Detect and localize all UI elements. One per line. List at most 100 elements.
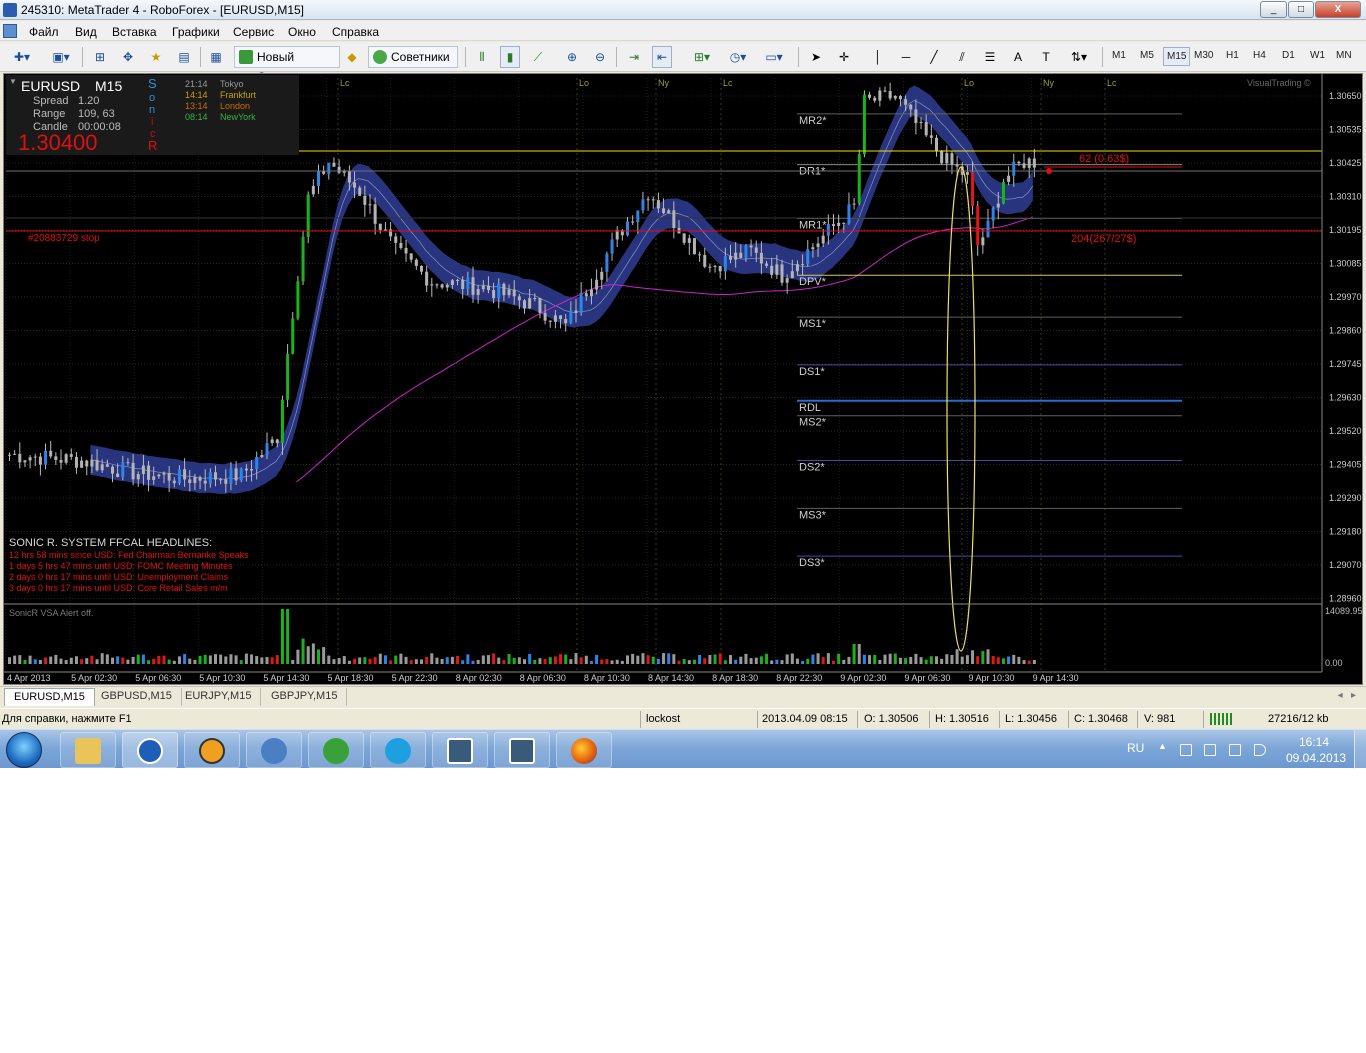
candle-body <box>286 353 290 400</box>
tray-expand-icon[interactable]: ▲ <box>1158 741 1167 751</box>
chart-window[interactable]: Lc Lo Ny Lc Lo Ny Lc MR2* DR1* MR1* DPV* MS1* DS1* R… <box>3 73 1363 685</box>
start-button[interactable] <box>6 732 42 768</box>
session-time: 13:14 <box>185 101 208 111</box>
candle-body <box>255 456 259 470</box>
vsa-bar <box>270 657 274 664</box>
auto-scroll-icon[interactable]: ⇥ <box>624 46 644 68</box>
tf-m15[interactable]: M15 <box>1163 47 1191 66</box>
vsa-bar <box>126 659 130 664</box>
chart-canvas[interactable]: Lc Lo Ny Lc Lo Ny Lc MR2*DR1*MR1*DPV*MS1*DS1*R… <box>4 74 1362 684</box>
line-chart-icon[interactable]: ⟋ <box>528 46 548 68</box>
minimize-button[interactable]: _ <box>1260 1 1287 18</box>
close-button[interactable]: X <box>1315 1 1361 18</box>
metaeditor-icon[interactable]: ◆ <box>342 46 362 68</box>
vsa-bar <box>770 660 774 664</box>
tf-m5[interactable]: M5 <box>1140 50 1154 61</box>
zoom-out-icon[interactable]: ⊖ <box>590 46 610 68</box>
chart-shift-icon[interactable]: ⇤ <box>652 46 672 68</box>
aimp-icon <box>199 738 225 764</box>
metatrader-taskbar-icon-2[interactable] <box>494 732 550 768</box>
tf-h1[interactable]: H1 <box>1226 50 1239 61</box>
indicators-icon[interactable]: ⊞▾ <box>688 46 716 68</box>
menu-window[interactable]: Окно <box>288 25 316 39</box>
candle-body <box>801 264 805 266</box>
candle-body <box>507 289 511 296</box>
vsa-bar <box>301 638 305 664</box>
vsa-bar <box>8 657 11 664</box>
zoom-in-icon[interactable]: ⊕ <box>562 46 582 68</box>
tf-m1[interactable]: M1 <box>1112 50 1126 61</box>
clock-date[interactable]: 09.04.2013 <box>1286 751 1346 765</box>
tab-scroll-arrows[interactable]: ◂ ▸ <box>1338 690 1356 701</box>
arrows-icon[interactable]: ⇅▾ <box>1064 46 1094 68</box>
candle-body <box>976 205 980 246</box>
tab-gbpusd[interactable]: GBPUSD,M15 <box>92 688 182 706</box>
vsa-bar <box>69 657 73 664</box>
status-low: L: 1.30456 <box>1005 713 1057 725</box>
candle-body <box>157 474 161 477</box>
aimp-taskbar-icon[interactable] <box>184 732 240 768</box>
menu-help[interactable]: Справка <box>332 25 379 39</box>
metatrader-taskbar-icon[interactable] <box>432 732 488 768</box>
firefox-taskbar-icon[interactable] <box>556 732 612 768</box>
volume-icon[interactable] <box>1254 744 1266 756</box>
tab-gbpjpy[interactable]: GBPJPY,M15 <box>262 688 348 706</box>
chart-window-icon[interactable] <box>3 24 17 38</box>
vsa-bar <box>389 660 393 664</box>
tf-d1[interactable]: D1 <box>1282 50 1295 61</box>
menu-charts[interactable]: Графики <box>172 25 220 39</box>
vsa-bar <box>857 644 861 664</box>
strategy-tester-icon[interactable]: ▦ <box>206 46 226 68</box>
templates-icon[interactable]: ▭▾ <box>760 46 788 68</box>
bar-chart-icon[interactable]: ⫴ <box>472 46 492 68</box>
language-indicator[interactable]: RU <box>1127 741 1144 755</box>
skype-taskbar-icon[interactable] <box>370 732 426 768</box>
thunderbird-taskbar-icon[interactable] <box>246 732 302 768</box>
candle-body <box>646 199 650 201</box>
network-icon[interactable] <box>1229 744 1241 756</box>
tab-eurjpy[interactable]: EURJPY,M15 <box>176 688 262 706</box>
tf-m30[interactable]: M30 <box>1194 50 1213 61</box>
channel-icon[interactable]: ⫽ <box>952 46 972 68</box>
clock-time[interactable]: 16:14 <box>1299 735 1329 749</box>
horizontal-line-icon[interactable]: ─ <box>896 46 916 68</box>
menu-tools[interactable]: Сервис <box>233 25 274 39</box>
candle-body <box>744 245 748 258</box>
tab-eurusd[interactable]: EURUSD,M15 <box>4 688 95 706</box>
explorer-taskbar-icon[interactable] <box>60 732 116 768</box>
utorrent-taskbar-icon[interactable] <box>308 732 364 768</box>
info-collapse-icon[interactable]: ▼ <box>9 77 17 86</box>
tf-mn[interactable]: MN <box>1336 50 1352 61</box>
maximize-button[interactable]: □ <box>1288 1 1314 18</box>
flag-icon[interactable] <box>1180 744 1192 756</box>
experts-button[interactable]: Советники <box>368 46 458 68</box>
periods-icon[interactable]: ◷▾ <box>724 46 752 68</box>
tf-h4[interactable]: H4 <box>1253 50 1266 61</box>
candlestick-icon[interactable]: ▮ <box>500 46 520 68</box>
status-bar: Для справки, нажмите F1 lockost 2013.04.… <box>0 708 1366 729</box>
navigator-icon[interactable]: ✥ <box>118 46 138 68</box>
text-label-icon[interactable]: T <box>1036 46 1056 68</box>
profiles-icon[interactable]: ▣▾ <box>46 46 76 68</box>
sonic-letter-o: o <box>149 92 155 104</box>
favorites-icon[interactable]: ★ <box>146 46 166 68</box>
menu-view[interactable]: Вид <box>75 25 97 39</box>
tf-w1[interactable]: W1 <box>1310 50 1325 61</box>
trendline-icon[interactable]: ╱ <box>924 46 944 68</box>
maxthon-taskbar-icon[interactable] <box>122 732 178 768</box>
cursor-icon[interactable]: ➤ <box>806 46 826 68</box>
new-order-button[interactable]: Новый Ордер <box>234 46 340 84</box>
market-watch-icon[interactable]: ⊞ <box>90 46 110 68</box>
crosshair-icon[interactable]: ✛ <box>834 46 854 68</box>
terminal-icon[interactable]: ▤ <box>174 46 194 68</box>
text-icon[interactable]: A <box>1008 46 1028 68</box>
device-icon[interactable] <box>1204 744 1216 756</box>
fibonacci-icon[interactable]: ☰ <box>980 46 1000 68</box>
menu-insert[interactable]: Вставка <box>112 25 157 39</box>
new-chart-icon[interactable]: ✚▾ <box>6 46 38 68</box>
show-desktop-button[interactable] <box>1354 730 1366 769</box>
vertical-line-icon[interactable]: │ <box>868 46 888 68</box>
candle-body <box>85 460 89 467</box>
menu-file[interactable]: Файл <box>29 25 59 39</box>
skype-icon <box>385 738 411 764</box>
